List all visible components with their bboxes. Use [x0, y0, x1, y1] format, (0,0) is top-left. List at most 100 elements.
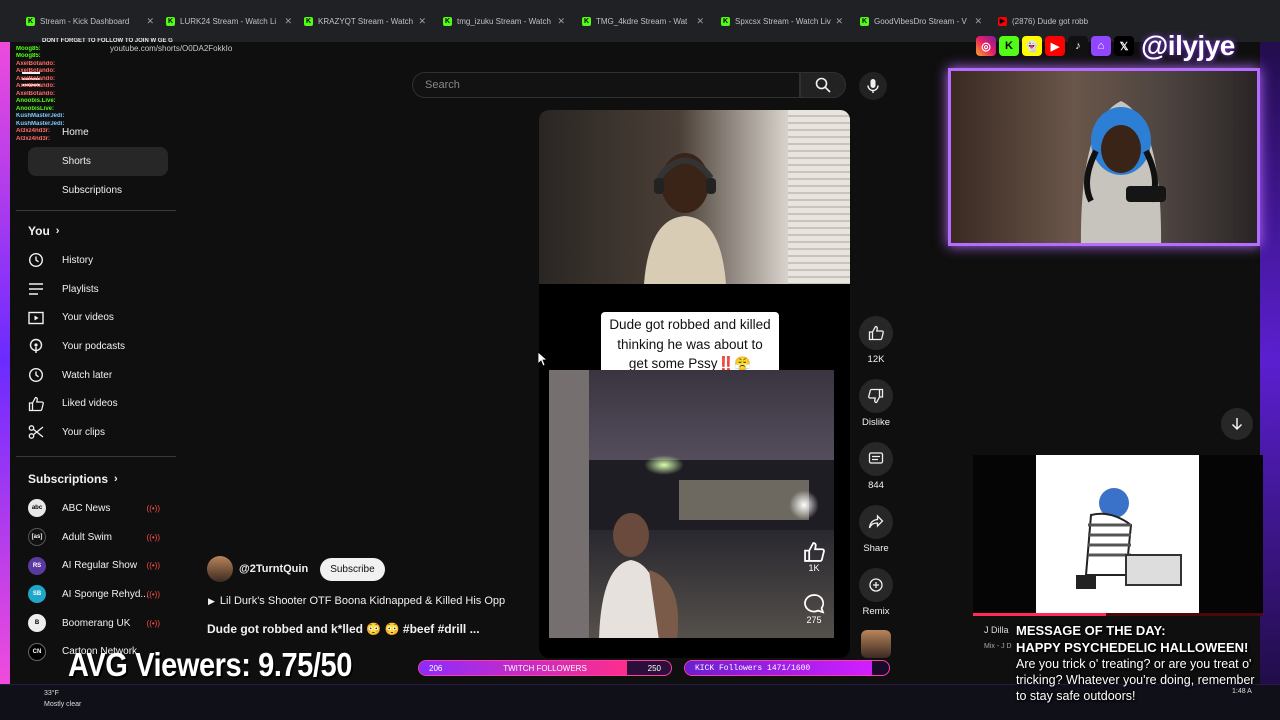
message-of-the-day: MESSAGE OF THE DAY: HAPPY PSYCHEDELIC HA…	[1016, 622, 1268, 704]
avatar: CN	[28, 642, 46, 661]
short-video-player[interactable]: Dude got robbed and killed thinking he w…	[539, 110, 850, 658]
chevron-right-icon: ›	[114, 473, 118, 485]
nav-your-clips[interactable]: Your clips	[28, 418, 125, 447]
chat-message: Anoobis.Live:	[16, 98, 56, 104]
avatar: [as]	[28, 528, 46, 547]
inline-comments-button[interactable]: 275	[803, 593, 825, 625]
chat-message: AxelBotando:	[16, 68, 55, 74]
remix-icon	[859, 568, 893, 602]
channel-name[interactable]: @2TurntQuin	[239, 563, 308, 575]
street-light	[789, 490, 819, 520]
live-icon: ((•))	[146, 589, 160, 599]
kick-icon: K	[582, 16, 591, 26]
door-frame	[549, 370, 589, 638]
browser-tab[interactable]: K Spxcsx Stream - Watch Liv ✕	[721, 12, 843, 30]
motd-title: MESSAGE OF THE DAY:	[1016, 623, 1166, 638]
inline-like-button[interactable]: 1K	[803, 541, 825, 573]
subscribe-button[interactable]: Subscribe	[320, 557, 385, 581]
subscriptions-list: abc ABC News ((•)) [as] Adult Swim ((•))…	[28, 494, 160, 666]
album-art	[1036, 455, 1199, 613]
nav-divider	[16, 456, 176, 457]
nav-playlists[interactable]: Playlists	[28, 275, 125, 304]
chevron-right-icon: ›	[55, 225, 60, 237]
person-in-footage	[599, 513, 679, 638]
nav-watch-later[interactable]: Watch later	[28, 361, 125, 390]
like-button[interactable]: 12K	[856, 316, 896, 379]
nav-subscriptions-header[interactable]: Subscriptions ›	[28, 472, 118, 486]
search-button[interactable]	[800, 72, 846, 98]
nav-you-header[interactable]: You ›	[28, 224, 59, 238]
sub-item-abc-news[interactable]: abc ABC News ((•))	[28, 494, 160, 523]
nav-liked-videos[interactable]: Liked videos	[28, 389, 125, 418]
snapchat-icon: 👻	[1022, 36, 1042, 56]
stream-chat-overlay: DONT FORGET TO FOLLOW TO JOIN W GE G Moo…	[16, 38, 176, 208]
motd-body: Are you trick o' treating? or are you tr…	[1016, 657, 1255, 703]
channel-row: @2TurntQuin Subscribe	[207, 556, 385, 582]
comment-icon	[804, 594, 825, 614]
search-input[interactable]: Search	[412, 72, 800, 98]
sub-item-boomerang-uk[interactable]: B Boomerang UK ((•))	[28, 609, 160, 638]
close-icon[interactable]: ✕	[557, 16, 565, 27]
browser-tab[interactable]: K GoodVibesDro Stream - V ✕	[860, 12, 982, 30]
short-actions: 12K Dislike 844 Share Remix	[856, 316, 896, 631]
music-progress-fill	[973, 613, 1107, 616]
chat-message: KushMasterJedi:	[16, 120, 65, 127]
live-icon: ((•))	[146, 618, 160, 628]
channel-avatar[interactable]	[207, 556, 233, 582]
avg-viewers-counter: AVG Viewers: 9.75/50	[68, 646, 352, 683]
short-title[interactable]: Dude got robbed and k*lled 😳 😳 #beef #dr…	[207, 622, 480, 636]
live-icon: ((•))	[146, 532, 160, 542]
comments-button[interactable]: 844	[856, 442, 896, 505]
taskbar-clock: 1:48 A	[1232, 688, 1252, 695]
sub-item-ai-sponge[interactable]: SB AI Sponge Rehyd... ((•))	[28, 580, 160, 609]
nav-history[interactable]: History	[28, 246, 125, 275]
browser-tab[interactable]: Ktmg_izuku Stream - Watch ✕	[443, 12, 565, 30]
related-video-link[interactable]: ▶ Lil Durk's Shooter OTF Boona Kidnapped …	[208, 595, 505, 607]
dislike-button[interactable]: Dislike	[856, 379, 896, 442]
sub-item-adult-swim[interactable]: [as] Adult Swim ((•))	[28, 523, 160, 552]
short-video-facecam	[539, 110, 850, 284]
avatar: B	[28, 614, 46, 633]
streamer-facecam	[948, 68, 1260, 246]
now-playing-artist: J Dilla	[984, 625, 1009, 635]
kick-icon: K	[860, 16, 869, 26]
kick-icon: K	[999, 36, 1019, 56]
kick-icon: K	[26, 16, 35, 26]
liked-icon	[28, 396, 44, 411]
youtube-icon: ▶	[1045, 36, 1065, 56]
remix-button[interactable]: Remix	[856, 568, 896, 631]
nav-divider	[16, 210, 176, 211]
voice-search-button[interactable]	[859, 72, 887, 100]
chat-message: AxelBotando:	[16, 83, 55, 89]
weather-widget[interactable]: 33°F Mostly clear	[44, 688, 81, 710]
chat-message: Moog85:	[16, 45, 41, 52]
sub-item-ai-regular-show[interactable]: RS AI Regular Show ((•))	[28, 551, 160, 580]
close-icon[interactable]: ✕	[146, 16, 154, 27]
browser-tab[interactable]: K TMG_4kdre Stream - Wat ✕	[582, 12, 704, 30]
microphone	[1126, 186, 1166, 202]
sound-thumbnail[interactable]	[861, 630, 891, 658]
avatar: SB	[28, 585, 46, 604]
browser-tab-active[interactable]: ▶ (2876) Dude got robb	[998, 12, 1108, 30]
watch-later-icon	[28, 368, 44, 383]
browser-tab[interactable]: K KRAZYQT Stream - Watch ✕	[304, 12, 426, 30]
kick-icon: K	[166, 16, 175, 26]
browser-tab[interactable]: K LURK24 Stream - Watch Li ✕	[166, 12, 292, 30]
nav-your-videos[interactable]: Your videos	[28, 303, 125, 332]
browser-tab[interactable]: K Stream - Kick Dashboard ✕	[26, 12, 154, 30]
arrow-down-icon	[1231, 418, 1243, 431]
now-playing-subtitle: Mix - J D	[984, 643, 1012, 650]
history-icon	[28, 253, 44, 268]
streamer-handle: @ilyjye	[1141, 30, 1235, 61]
nav-your-podcasts[interactable]: Your podcasts	[28, 332, 125, 361]
share-button[interactable]: Share	[856, 505, 896, 568]
nav-you-list: History Playlists Your videos Your podca…	[28, 246, 125, 447]
close-icon[interactable]: ✕	[835, 16, 843, 27]
close-icon[interactable]: ✕	[696, 16, 704, 27]
next-short-button[interactable]	[1221, 408, 1253, 440]
close-icon[interactable]: ✕	[974, 16, 982, 27]
close-icon[interactable]: ✕	[284, 16, 292, 27]
tiktok-icon: ♪	[1068, 36, 1088, 56]
close-icon[interactable]: ✕	[418, 16, 426, 27]
kick-icon: K	[721, 16, 730, 26]
